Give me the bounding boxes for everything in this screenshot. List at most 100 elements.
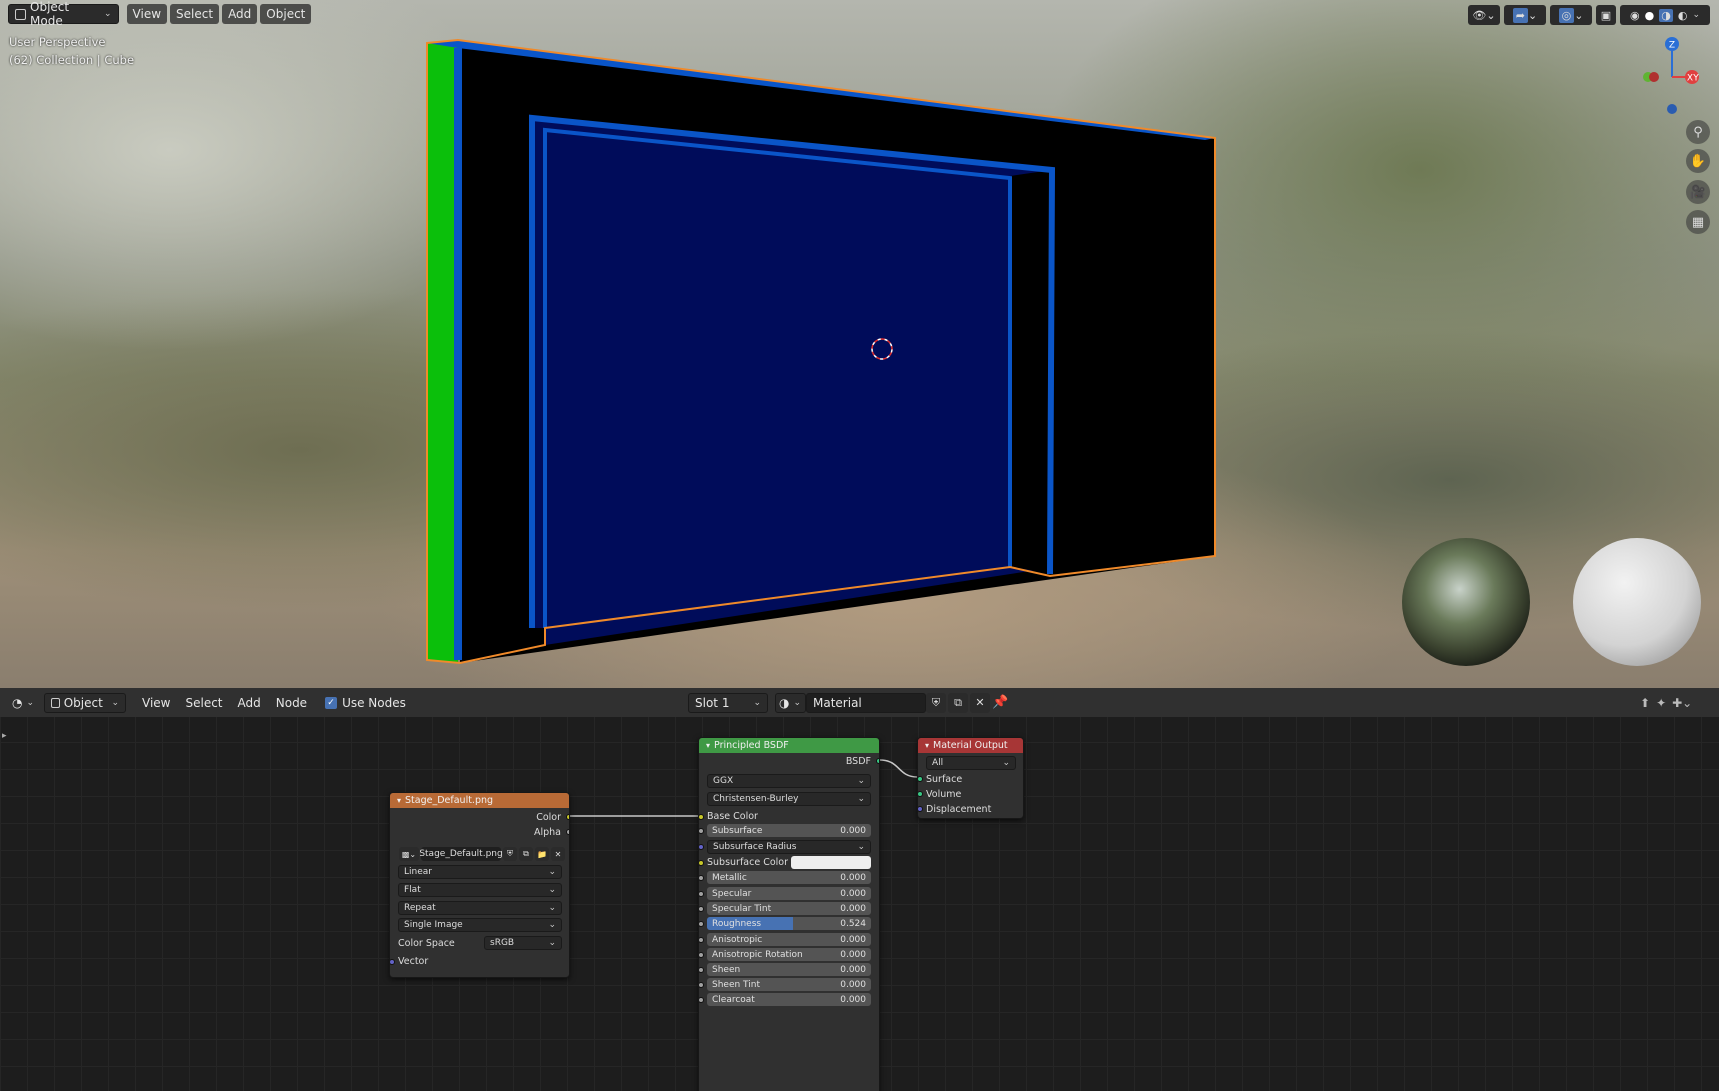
duplicate-icon[interactable]: ⧉ — [519, 847, 533, 861]
bsdf-field-specular-tint[interactable]: Specular Tint 0.000 — [707, 902, 871, 915]
menu-object[interactable]: Object — [260, 4, 312, 24]
close-icon[interactable]: ✕ — [551, 847, 565, 861]
bsdf-field-socket[interactable] — [699, 921, 704, 927]
image-browse-icon[interactable]: ▩⌄ — [399, 847, 419, 861]
collapse-arrow-icon[interactable]: ▾ — [706, 741, 710, 750]
gizmo-y-label: Y — [1692, 74, 1699, 84]
field-value: 0.000 — [840, 934, 866, 945]
bsdf-field-socket[interactable] — [699, 982, 704, 988]
image-name-field[interactable]: Stage_Default.png — [419, 847, 503, 861]
menu-select[interactable]: Select — [170, 4, 220, 24]
displacement-socket[interactable] — [918, 806, 923, 812]
bsdf-field-metallic[interactable]: Metallic 0.000 — [707, 871, 871, 884]
bsdf-field-socket[interactable] — [699, 906, 704, 912]
subsurface-method-dropdown[interactable]: Christensen-Burley ⌄ — [707, 792, 871, 806]
subsurface-radius-socket[interactable] — [699, 844, 704, 850]
visibility-icon[interactable]: 👁⌄ — [1468, 5, 1500, 25]
input-label: Surface — [926, 774, 963, 785]
field-label: Clearcoat — [712, 994, 755, 1005]
alpha-socket[interactable] — [566, 829, 569, 835]
target-dropdown[interactable]: All ⌄ — [926, 756, 1016, 770]
chevron-down-icon[interactable]: ⌄ — [1692, 10, 1700, 20]
bsdf-field-socket[interactable] — [699, 828, 704, 834]
gizmo-x-label: X — [1687, 74, 1693, 84]
chevron-down-icon: ⌄ — [104, 9, 112, 19]
bsdf-field-clearcoat[interactable]: Clearcoat 0.000 — [707, 993, 871, 1006]
field-value: 0.000 — [840, 903, 866, 914]
bsdf-field-specular[interactable]: Specular 0.000 — [707, 887, 871, 900]
bsdf-socket[interactable] — [876, 758, 879, 764]
bsdf-field-socket[interactable] — [699, 937, 704, 943]
bsdf-field-anisotropic[interactable]: Anisotropic 0.000 — [707, 933, 871, 946]
bsdf-field-socket[interactable] — [699, 875, 704, 881]
collapse-arrow-icon[interactable]: ▾ — [397, 796, 401, 805]
image-texture-node[interactable]: ▾ Stage_Default.png Color Alpha ▩⌄ Stage… — [389, 792, 570, 978]
bsdf-field-roughness[interactable]: Roughness 0.524 — [707, 917, 871, 930]
collapse-arrow-icon[interactable]: ▾ — [925, 741, 929, 750]
field-label: Subsurface — [712, 825, 763, 836]
field-value: 0.000 — [840, 825, 866, 836]
solid-shading-icon[interactable]: ● — [1645, 9, 1655, 22]
field-label: Roughness — [712, 918, 762, 929]
interpolation-dropdown[interactable]: Linear ⌄ — [398, 865, 562, 879]
shader-node-editor[interactable]: ◔ ⌄ Object ⌄ View Select Add Node ✓ Use N… — [0, 688, 1719, 1091]
bsdf-field-socket[interactable] — [699, 967, 704, 973]
vector-input: Vector — [390, 954, 569, 969]
3d-viewport[interactable]: Object Mode ⌄ View Select Add Object 👁⌄ … — [0, 0, 1719, 688]
pan-hand-icon[interactable]: ✋ — [1686, 149, 1710, 173]
bsdf-field-socket[interactable] — [699, 997, 704, 1003]
xray-icon[interactable]: ▣ — [1596, 5, 1616, 25]
menu-view[interactable]: View — [126, 4, 168, 24]
open-folder-icon[interactable]: 📁 — [535, 847, 549, 861]
gizmo-toggle-icon[interactable]: ➦ ⌄ — [1504, 5, 1546, 25]
principled-bsdf-node[interactable]: ▾ Principled BSDF BSDF GGX ⌄ Christensen-… — [698, 737, 880, 1091]
displacement-input: Displacement — [918, 802, 1023, 817]
color-space-dropdown[interactable]: sRGB ⌄ — [484, 936, 562, 950]
base-color-input: Base Color — [699, 809, 879, 824]
bsdf-field-sheen[interactable]: Sheen 0.000 — [707, 963, 871, 976]
field-label: Anisotropic — [712, 934, 763, 945]
subsurface-color-socket[interactable] — [699, 860, 704, 866]
bsdf-field-anisotropic-rotation[interactable]: Anisotropic Rotation 0.000 — [707, 948, 871, 961]
bsdf-field-sheen-tint[interactable]: Sheen Tint 0.000 — [707, 978, 871, 991]
collection-info: (62) Collection | Cube — [9, 53, 135, 67]
base-color-socket[interactable] — [699, 814, 704, 820]
extension-dropdown[interactable]: Repeat ⌄ — [398, 901, 562, 915]
navigation-gizmo[interactable]: Z X Y — [1630, 32, 1710, 122]
subsurface-color-swatch[interactable] — [791, 856, 871, 869]
vector-socket[interactable] — [390, 959, 395, 965]
projection-dropdown[interactable]: Flat ⌄ — [398, 883, 562, 897]
ortho-grid-icon[interactable]: ▦ — [1686, 210, 1710, 234]
scene-render — [426, 38, 1701, 666]
shading-modes[interactable]: ◉ ● ◑ ◐ ⌄ — [1620, 5, 1710, 25]
source-dropdown[interactable]: Single Image ⌄ — [398, 918, 562, 932]
volume-socket[interactable] — [918, 791, 923, 797]
node-header[interactable]: ▾ Material Output — [918, 738, 1023, 753]
node-title: Stage_Default.png — [405, 795, 494, 806]
field-label: Specular Tint — [712, 903, 772, 914]
node-header[interactable]: ▾ Stage_Default.png — [390, 793, 569, 808]
rendered-shading-icon[interactable]: ◐ — [1678, 9, 1688, 22]
field-value: 0.000 — [840, 888, 866, 899]
subsurface-radius-dropdown[interactable]: Subsurface Radius ⌄ — [707, 840, 871, 854]
mode-dropdown[interactable]: Object Mode ⌄ — [8, 0, 119, 28]
image-selector[interactable]: ▩⌄ Stage_Default.png ⛨ ⧉ 📁 ✕ — [399, 847, 565, 861]
wireframe-shading-icon[interactable]: ◉ — [1630, 9, 1640, 22]
hdri-preview-sphere — [1402, 538, 1530, 666]
field-value: 0.000 — [840, 979, 866, 990]
bsdf-field-socket[interactable] — [699, 891, 704, 897]
surface-socket[interactable] — [918, 776, 923, 782]
bsdf-field-subsurface[interactable]: Subsurface 0.000 — [707, 824, 871, 837]
overlays-icon[interactable]: ◎ ⌄ — [1550, 5, 1592, 25]
camera-view-icon[interactable]: 🎥 — [1686, 180, 1710, 204]
menu-add[interactable]: Add — [222, 4, 258, 24]
zoom-icon[interactable]: ⚲ — [1686, 120, 1710, 144]
material-output-node[interactable]: ▾ Material Output All ⌄ Surface Volume Di… — [917, 737, 1024, 819]
node-header[interactable]: ▾ Principled BSDF — [699, 738, 879, 753]
distribution-dropdown[interactable]: GGX ⌄ — [707, 774, 871, 788]
material-shading-icon[interactable]: ◑ — [1659, 8, 1673, 22]
fake-user-shield-icon[interactable]: ⛨ — [503, 847, 517, 861]
field-value: 0.000 — [840, 949, 866, 960]
color-socket[interactable] — [566, 814, 569, 820]
bsdf-field-socket[interactable] — [699, 952, 704, 958]
